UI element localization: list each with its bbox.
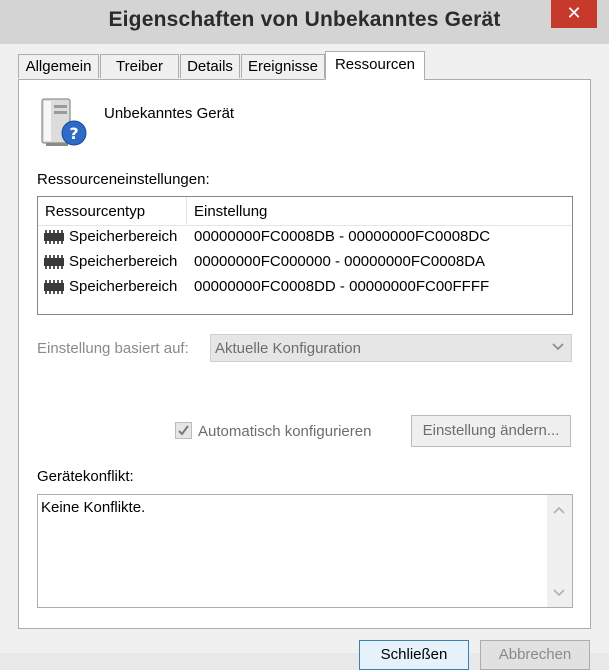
column-header-type[interactable]: Ressourcentyp (45, 203, 145, 220)
conflict-scrollbar[interactable] (547, 495, 572, 607)
close-dialog-button[interactable]: Schließen (359, 640, 469, 670)
column-header-setting[interactable]: Einstellung (194, 203, 267, 220)
resource-type: Speicherbereich (69, 278, 178, 295)
auto-configure-checkbox[interactable] (175, 422, 192, 439)
resource-type: Speicherbereich (69, 228, 178, 245)
resource-type: Speicherbereich (69, 253, 178, 270)
svg-text:?: ? (69, 124, 78, 143)
tab-ressourcen[interactable]: Ressourcen (325, 51, 425, 80)
resources-section-label: Ressourceneinstellungen: (37, 171, 210, 188)
window-title: Eigenschaften von Unbekanntes Gerät (108, 8, 501, 31)
change-setting-button[interactable]: Einstellung ändern... (411, 415, 571, 447)
scroll-up-icon[interactable] (552, 503, 566, 517)
list-item[interactable]: Speicherbereich 00000000FC0008DB - 00000… (38, 225, 572, 250)
conflict-label: Gerätekonflikt: (37, 468, 134, 485)
unknown-device-icon: ? (41, 98, 87, 146)
cancel-button[interactable]: Abbrechen (480, 640, 590, 670)
device-name: Unbekanntes Gerät (104, 105, 235, 122)
resources-list[interactable]: Ressourcentyp Einstellung Speicherbereic… (37, 196, 573, 315)
list-header: Ressourcentyp Einstellung (38, 197, 572, 226)
scroll-down-icon[interactable] (552, 586, 566, 600)
conflict-text: Keine Konflikte. (41, 499, 146, 516)
close-icon: ✕ (566, 3, 582, 23)
tab-allgemein[interactable]: Allgemein (18, 54, 99, 78)
config-label: Einstellung basiert auf: (37, 340, 189, 357)
resource-setting: 00000000FC0008DD - 00000000FC00FFFF (194, 278, 490, 295)
chevron-down-icon (552, 343, 564, 351)
tab-ereignisse[interactable]: Ereignisse (241, 54, 325, 78)
auto-configure-label: Automatisch konfigurieren (198, 423, 372, 440)
list-item[interactable]: Speicherbereich 00000000FC0008DD - 00000… (38, 275, 572, 300)
list-item[interactable]: Speicherbereich 00000000FC000000 - 00000… (38, 250, 572, 275)
memory-chip-icon (44, 230, 64, 244)
checkmark-icon (178, 425, 189, 436)
conflict-textbox[interactable]: Keine Konflikte. (37, 494, 573, 608)
memory-chip-icon (44, 280, 64, 294)
memory-chip-icon (44, 255, 64, 269)
column-divider[interactable] (186, 197, 187, 225)
tab-details[interactable]: Details (180, 54, 240, 78)
config-select-value: Aktuelle Konfiguration (215, 340, 361, 357)
title-bar: Eigenschaften von Unbekanntes Gerät ✕ (0, 0, 609, 44)
resource-setting: 00000000FC000000 - 00000000FC0008DA (194, 253, 486, 270)
resource-setting: 00000000FC0008DB - 00000000FC0008DC (194, 228, 491, 245)
close-button[interactable]: ✕ (551, 0, 597, 28)
tab-treiber[interactable]: Treiber (100, 54, 179, 78)
config-select[interactable]: Aktuelle Konfiguration (210, 334, 572, 362)
